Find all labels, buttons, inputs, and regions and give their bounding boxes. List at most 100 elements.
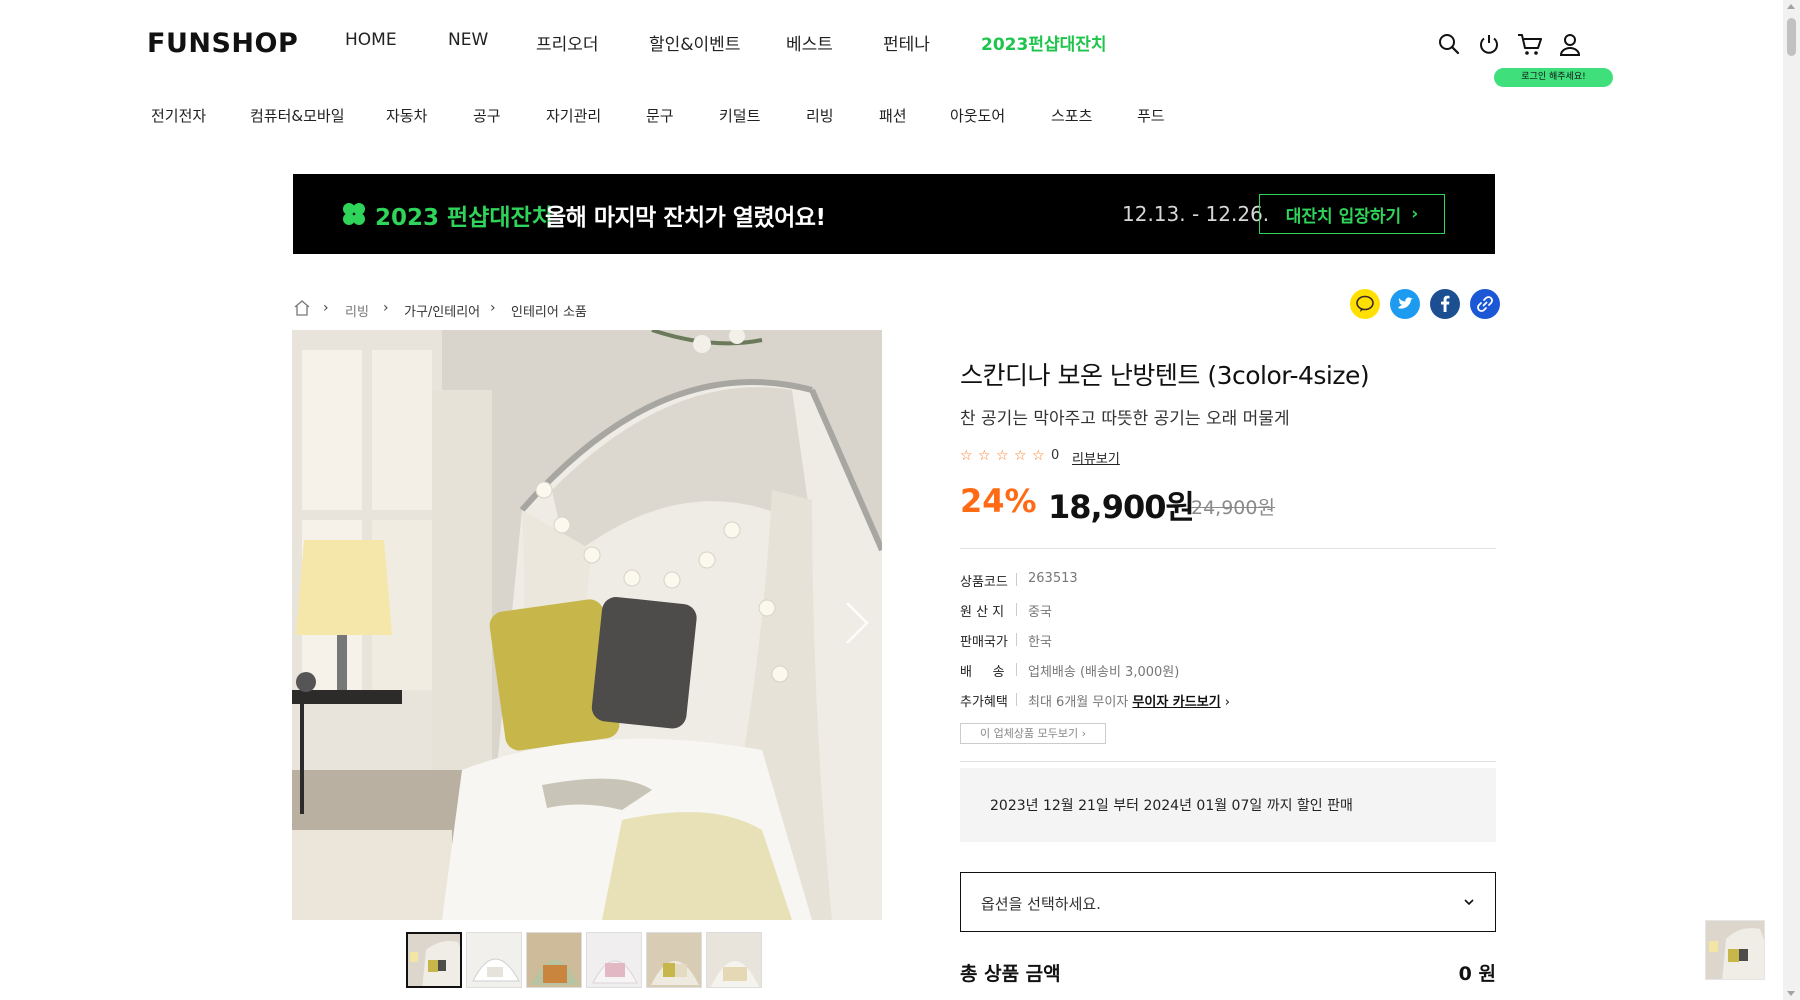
chevron-right-icon: › <box>1411 204 1419 224</box>
cart-icon[interactable] <box>1517 32 1543 56</box>
spec-benefit: 추가혜택 최대 6개월 무이자 무이자 카드보기 › <box>960 691 1496 710</box>
festival-enter-button[interactable]: 대잔치 입장하기 › <box>1259 194 1445 234</box>
seller-all-products-button[interactable]: 이 업체상품 모두보기 › <box>960 723 1106 744</box>
image-next-arrow[interactable] <box>842 598 872 652</box>
category-outdoor[interactable]: 아웃도어 <box>950 105 1005 126</box>
star-icon: ☆ <box>996 448 1009 464</box>
scrollbar-thumb[interactable] <box>1787 18 1796 56</box>
thumbnail-5[interactable] <box>646 932 702 988</box>
nav-funtena[interactable]: 펀테나 <box>883 30 930 55</box>
breadcrumb: › 리빙 › 가구/인테리어 › 인테리어 소품 <box>293 298 693 320</box>
nav-best[interactable]: 베스트 <box>786 30 833 55</box>
product-main-image[interactable] <box>292 330 882 920</box>
sale-price: 18,900원 <box>1048 488 1195 526</box>
nav-preorder[interactable]: 프리오더 <box>536 30 599 55</box>
thumbnail-1[interactable] <box>406 932 462 988</box>
original-price: 24,900원 <box>1191 497 1275 519</box>
search-icon[interactable] <box>1437 32 1461 56</box>
star-icon: ☆ <box>960 448 973 464</box>
category-fashion[interactable]: 패션 <box>879 105 907 126</box>
chevron-right-icon: › <box>1081 727 1086 740</box>
category-electronics[interactable]: 전기전자 <box>151 105 206 126</box>
divider <box>960 761 1496 762</box>
banner-message: 올해 마지막 잔치가 열렸어요! <box>545 205 826 231</box>
festival-enter-label: 대잔치 입장하기 <box>1285 206 1402 227</box>
breadcrumb-furniture[interactable]: 가구/인테리어 <box>404 301 480 320</box>
link-icon[interactable] <box>1470 289 1500 319</box>
spec-label: 상품코드 <box>960 575 1008 590</box>
user-icon[interactable] <box>1558 32 1582 56</box>
seller-all-products-label: 이 업체상품 모두보기 <box>980 727 1079 740</box>
funshop-logo[interactable]: FUNSHOP <box>147 28 298 59</box>
nav-new[interactable]: NEW <box>448 30 488 50</box>
category-living[interactable]: 리빙 <box>806 105 834 126</box>
category-selfcare[interactable]: 자기관리 <box>546 105 601 126</box>
separator <box>1016 663 1017 676</box>
benefit-text: 최대 6개월 무이자 <box>1028 695 1129 710</box>
chevron-right-icon: › <box>490 300 496 316</box>
spec-value: 중국 <box>1028 605 1052 620</box>
category-stationery[interactable]: 문구 <box>646 105 674 126</box>
category-car[interactable]: 자동차 <box>386 105 427 126</box>
category-tools[interactable]: 공구 <box>473 105 501 126</box>
thumbnail-3[interactable] <box>526 932 582 988</box>
product-title: 스칸디나 보온 난방텐트 (3color-4size) <box>960 361 1370 390</box>
home-icon[interactable] <box>293 299 311 321</box>
spec-shipping: 배 송 업체배송 (배송비 3,000원) <box>960 661 1496 680</box>
nav-home[interactable]: HOME <box>345 30 397 50</box>
scroll-down-arrow[interactable] <box>1787 991 1795 996</box>
chevron-right-icon: › <box>1224 695 1230 710</box>
scroll-up-arrow[interactable] <box>1787 4 1795 9</box>
nav-sale-event[interactable]: 할인&이벤트 <box>649 30 740 55</box>
page-scrollbar[interactable] <box>1783 0 1800 1000</box>
separator <box>1016 603 1017 616</box>
spec-value: 한국 <box>1028 635 1052 650</box>
chevron-right-icon: › <box>383 300 389 316</box>
category-computer-mobile[interactable]: 컴퓨터&모바일 <box>250 105 345 126</box>
kakao-icon[interactable] <box>1350 289 1380 319</box>
spec-label: 원 산 지 <box>960 605 1005 620</box>
spec-value: 업체배송 (배송비 3,000원) <box>1028 665 1180 680</box>
spec-product-code: 상품코드 263513 <box>960 571 1496 590</box>
clover-icon <box>341 201 367 231</box>
rating-count: 0 <box>1051 448 1060 463</box>
breadcrumb-living[interactable]: 리빙 <box>345 301 369 320</box>
interest-free-card-link[interactable]: 무이자 카드보기 <box>1132 695 1220 710</box>
star-icon: ☆ <box>1014 448 1027 464</box>
breadcrumb-interior-props[interactable]: 인테리어 소품 <box>511 301 587 320</box>
spec-label: 추가혜택 <box>960 695 1008 710</box>
spec-label: 판매국가 <box>960 635 1008 650</box>
power-icon[interactable] <box>1477 32 1501 56</box>
rating-row: ☆ ☆ ☆ ☆ ☆ 0 리뷰보기 <box>960 448 1260 467</box>
discount-rate: 24% <box>960 482 1037 520</box>
separator <box>1016 573 1017 586</box>
option-placeholder: 옵션을 선택하세요. <box>981 895 1101 913</box>
recent-view-thumbnail[interactable] <box>1705 920 1765 980</box>
nav-festival[interactable]: 2023펀샵대잔치 <box>981 30 1107 55</box>
festival-banner[interactable]: 2023 펀샵대잔치 올해 마지막 잔치가 열렸어요! 12.13. - 12.… <box>293 174 1495 254</box>
spec-value: 최대 6개월 무이자 무이자 카드보기 › <box>1028 691 1230 710</box>
divider <box>960 548 1496 549</box>
category-sports[interactable]: 스포츠 <box>1051 105 1092 126</box>
total-price-value: 0 원 <box>1458 963 1496 985</box>
thumbnail-6[interactable] <box>706 932 762 988</box>
thumbnail-4[interactable] <box>586 932 642 988</box>
twitter-icon[interactable] <box>1390 289 1420 319</box>
category-food[interactable]: 푸드 <box>1137 105 1165 126</box>
separator <box>1016 633 1017 646</box>
chevron-down-icon <box>1463 893 1475 912</box>
category-kidult[interactable]: 키덜트 <box>719 105 760 126</box>
option-select[interactable]: 옵션을 선택하세요. <box>960 872 1496 932</box>
spec-country: 판매국가 한국 <box>960 631 1496 650</box>
product-subtitle: 찬 공기는 막아주고 따뜻한 공기는 오래 머물게 <box>960 409 1290 429</box>
spec-origin: 원 산 지 중국 <box>960 601 1496 620</box>
sale-period-text: 2023년 12월 21일 부터 2024년 01월 07일 까지 할인 판매 <box>990 798 1353 814</box>
thumbnail-2[interactable] <box>466 932 522 988</box>
review-link[interactable]: 리뷰보기 <box>1072 448 1120 467</box>
login-prompt-badge[interactable]: 로그인 해주세요! <box>1494 68 1613 87</box>
star-icon: ☆ <box>978 448 991 464</box>
total-price-label: 총 상품 금액 <box>960 963 1061 985</box>
chevron-right-icon: › <box>323 300 329 316</box>
banner-date: 12.13. - 12.26. <box>1122 202 1270 226</box>
facebook-icon[interactable] <box>1430 289 1460 319</box>
